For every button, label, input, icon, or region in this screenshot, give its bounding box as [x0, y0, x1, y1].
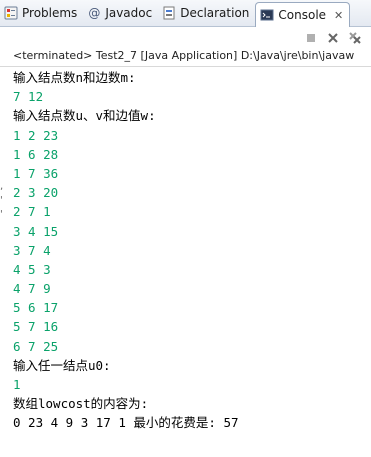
tab-declaration[interactable]: Declaration — [158, 0, 255, 26]
remove-all-terminated-icon[interactable] — [347, 30, 363, 46]
declaration-icon — [162, 6, 176, 20]
editor-gutter-marks: , ' ' — [0, 181, 4, 220]
console-input-line: 1 6 28 — [13, 146, 59, 162]
console-output-line: 输入结点数u、v和边值w: — [13, 108, 156, 124]
console-input-line: 4 5 3 — [13, 261, 51, 277]
console-input-line: 3 4 15 — [13, 223, 59, 239]
tab-console[interactable]: Console ✕ — [255, 2, 351, 27]
remove-launch-icon[interactable] — [325, 30, 341, 46]
view-tab-bar: Problems @ Javadoc Declaration Console ✕ — [0, 0, 371, 27]
console-input-line: 1 7 36 — [13, 165, 59, 181]
tab-label: Console — [278, 8, 327, 22]
console-input-line: 3 7 4 — [13, 242, 51, 258]
console-input-line: 7 12 — [13, 89, 44, 105]
terminate-icon[interactable] — [303, 30, 319, 46]
at-icon: @ — [88, 6, 101, 20]
process-status: <terminated> Test2_7 [Java Application] … — [0, 49, 371, 67]
console-icon — [260, 8, 274, 22]
close-icon[interactable]: ✕ — [334, 9, 343, 22]
console-input-line: 5 6 17 — [13, 300, 59, 316]
tab-label: Declaration — [180, 6, 250, 20]
console-input-line: 4 7 9 — [13, 281, 51, 297]
tab-javadoc[interactable]: @ Javadoc — [83, 0, 158, 26]
console-output-line: 数组lowcost的内容为: — [13, 396, 149, 412]
console-output-line: 0 23 4 9 3 17 1 最小的花费是: 57 — [13, 415, 239, 431]
console-input-line: 1 2 23 — [13, 127, 59, 143]
console-input-line: 2 7 1 — [13, 204, 51, 220]
tab-label: Javadoc — [105, 6, 153, 20]
console-input-line: 1 — [13, 377, 21, 392]
console-input-line: 2 3 20 — [13, 185, 59, 201]
console-output[interactable]: 输入结点数n和边数m: 7 12 输入结点数u、v和边值w: 1 2 23 1 6 28… — [13, 68, 371, 433]
console-output-line: 输入结点数n和边数m: — [13, 70, 136, 85]
console-input-line: 5 7 16 — [13, 319, 59, 335]
console-input-line: 6 7 25 — [13, 338, 59, 354]
problems-icon — [4, 6, 18, 20]
console-toolbar — [0, 27, 371, 49]
tab-problems[interactable]: Problems — [0, 0, 83, 26]
console-output-line: 输入任一结点u0: — [13, 357, 111, 373]
tab-label: Problems — [22, 6, 78, 20]
